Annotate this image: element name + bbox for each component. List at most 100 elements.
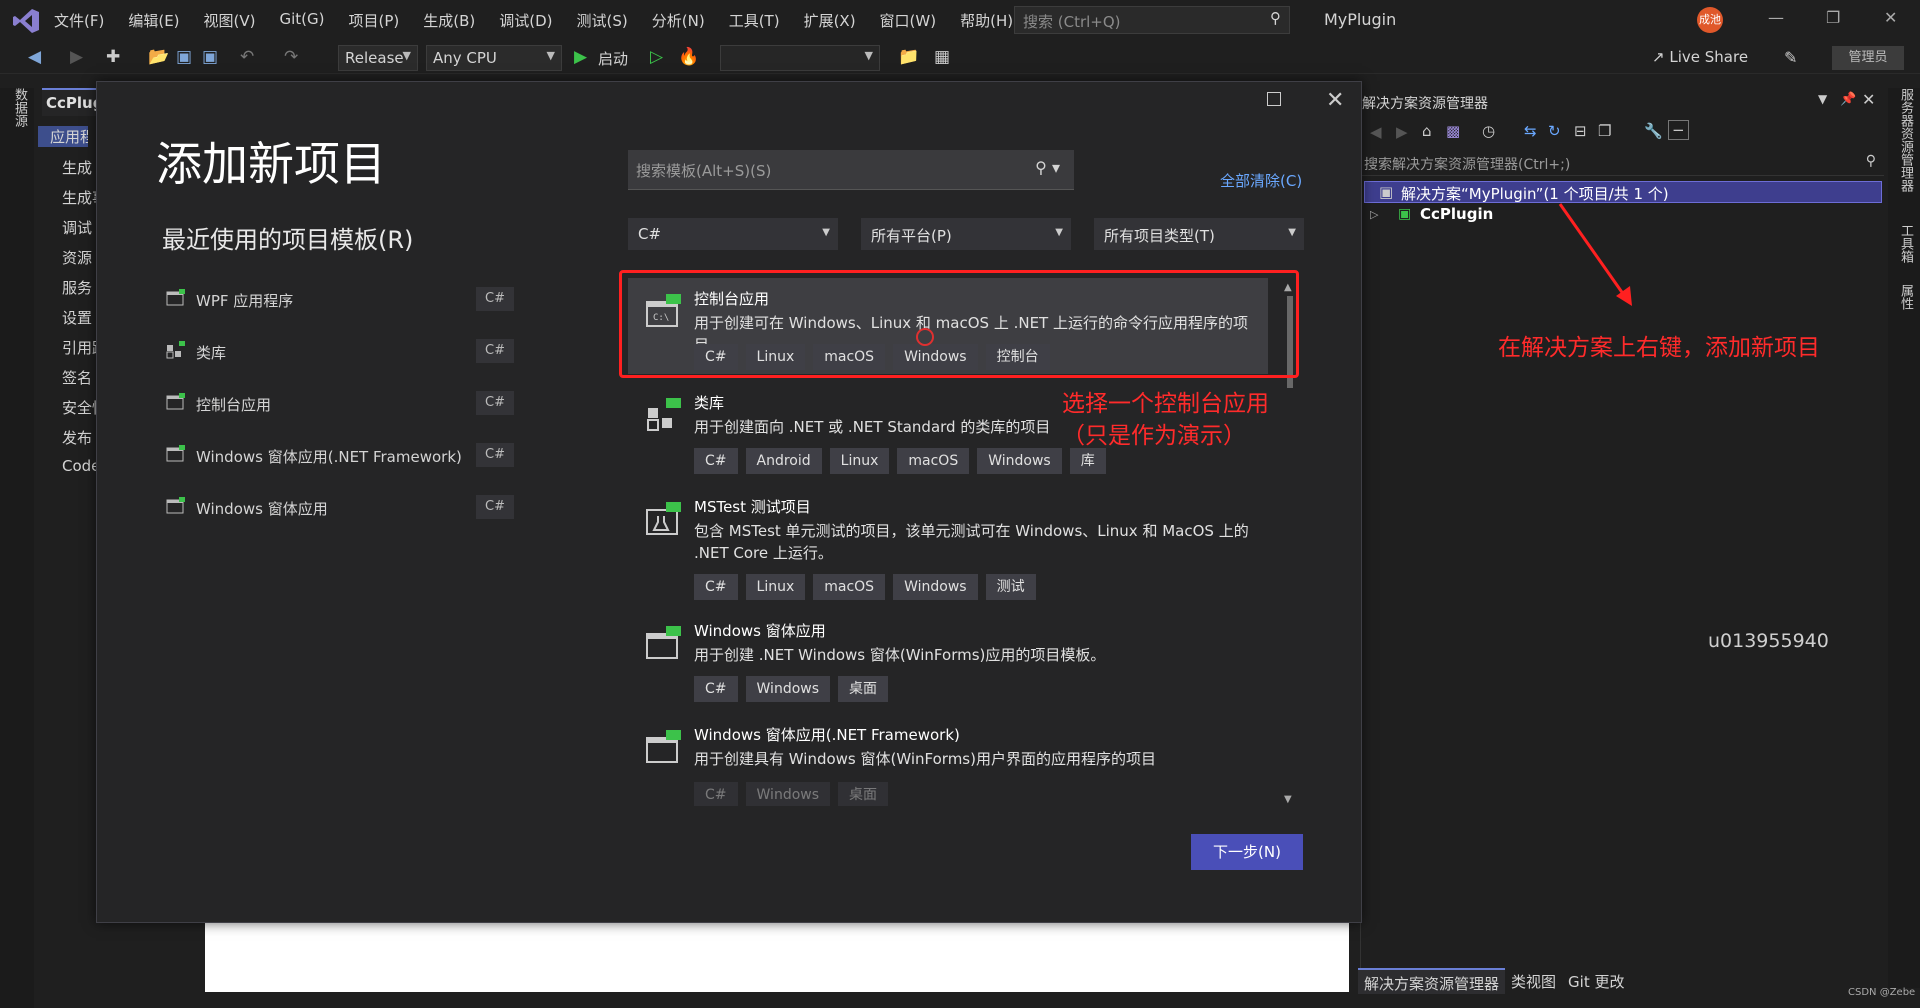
share-icon: ↗ — [1652, 48, 1665, 66]
menu-file[interactable]: 文件(F) — [42, 10, 116, 32]
tab-git-changes[interactable]: Git 更改 — [1562, 968, 1630, 994]
show-all-files-icon[interactable]: ❐ — [1598, 122, 1611, 140]
recent-template-item[interactable]: 类库 C# — [166, 339, 516, 365]
menu-project[interactable]: 项目(P) — [337, 10, 412, 32]
main-toolbar: ◀ ▶ ✚ 📂 ▣ ▣ ↶ ↷ Release ▼ Any CPU ▼ ▶ 启动… — [0, 42, 1920, 74]
undo-icon[interactable]: ↶ — [240, 47, 254, 67]
solution-explorer-toolbar: ◀ ▶ ⌂ ▩ ◷ ⇆ ↻ ⊟ ❐ 🔧 − — [1362, 120, 1884, 148]
back-icon[interactable]: ◀ — [1370, 123, 1382, 141]
properties-tab[interactable]: 属性 — [1896, 284, 1915, 310]
class-library-icon — [646, 398, 682, 434]
next-button[interactable]: 下一步(N) — [1191, 834, 1303, 870]
tag: Windows — [745, 676, 831, 702]
start-icon[interactable]: ▶ — [574, 47, 587, 67]
scroll-down-icon[interactable]: ▼ — [1284, 794, 1292, 805]
template-item-winforms[interactable]: Windows 窗体应用 用于创建 .NET Windows 窗体(WinFor… — [628, 610, 1268, 710]
forward-icon[interactable]: ▶ — [70, 47, 83, 67]
project-type-filter-dropdown[interactable]: 所有项目类型(T) ▼ — [1094, 218, 1304, 250]
project-node[interactable]: CcPlugin — [1420, 205, 1493, 223]
chevron-down-icon: ▼ — [1055, 227, 1063, 238]
tab-solution-explorer[interactable]: 解决方案资源管理器 — [1358, 968, 1506, 994]
menu-build[interactable]: 生成(B) — [411, 10, 487, 32]
recent-template-item[interactable]: 控制台应用 C# — [166, 391, 516, 417]
menu-extensions[interactable]: 扩展(X) — [792, 10, 868, 32]
chevron-down-icon[interactable]: ▼ — [1818, 92, 1827, 106]
close-dialog-icon[interactable]: ✕ — [1326, 88, 1344, 113]
configuration-value: Release — [345, 49, 404, 67]
hot-reload-icon[interactable]: 🔥 — [678, 47, 699, 67]
template-search-input[interactable]: 搜索模板(Alt+S)(S) ⚲ ▾ — [628, 150, 1074, 190]
clear-all-link[interactable]: 全部清除(C) — [1220, 170, 1302, 191]
tag: Linux — [829, 448, 890, 474]
preview-icon[interactable]: − — [1668, 120, 1689, 140]
open-folder-icon[interactable]: 📂 — [148, 47, 169, 67]
menu-git[interactable]: Git(G) — [268, 10, 337, 32]
project-tab[interactable]: CcPlugin — [42, 88, 100, 116]
properties-wrench-icon[interactable]: 🔧 — [1644, 122, 1663, 140]
menu-analyze[interactable]: 分析(N) — [640, 10, 717, 32]
user-avatar[interactable]: 成池 — [1697, 7, 1723, 33]
start-without-debug-icon[interactable]: ▷ — [650, 47, 663, 67]
menu-tools[interactable]: 工具(T) — [717, 10, 792, 32]
expand-arrow-icon[interactable]: ▷ — [1370, 208, 1378, 221]
recent-template-item[interactable]: Windows 窗体应用(.NET Framework) C# — [166, 443, 516, 469]
tag: C# — [694, 676, 738, 702]
tag: 桌面 — [838, 676, 889, 702]
test-flask-icon — [646, 502, 682, 538]
project-nav-item[interactable]: 应用程序 — [38, 126, 88, 147]
home-icon[interactable]: ⌂ — [1422, 122, 1432, 140]
sync-icon[interactable]: ⇆ — [1524, 122, 1537, 140]
solution-explorer-search[interactable]: 搜索解决方案资源管理器(Ctrl+;) ⚲ — [1362, 152, 1884, 176]
recent-template-item[interactable]: WPF 应用程序 C# — [166, 287, 516, 313]
feedback-icon[interactable]: ✎ — [1784, 48, 1797, 67]
close-panel-icon[interactable]: ✕ — [1862, 90, 1875, 109]
forward-icon[interactable]: ▶ — [1396, 123, 1408, 141]
tab-class-view[interactable]: 类视图 — [1505, 968, 1562, 994]
global-search-input[interactable]: 搜索 (Ctrl+Q) ⚲ — [1014, 6, 1290, 34]
back-icon[interactable]: ◀ — [28, 47, 41, 67]
recent-template-item[interactable]: Windows 窗体应用 C# — [166, 495, 516, 521]
folder-view-icon[interactable]: 📁 — [898, 47, 919, 67]
csharp-project-icon: ▣ — [1398, 206, 1412, 222]
save-icon[interactable]: ▣ — [176, 47, 192, 67]
minimize-icon[interactable]: — — [1768, 8, 1784, 27]
datasource-tab[interactable]: 数据源 — [10, 88, 29, 127]
start-button[interactable]: 启动 — [598, 48, 628, 69]
template-item-mstest[interactable]: MSTest 测试项目 包含 MSTest 单元测试的项目，该单元测试可在 Wi… — [628, 486, 1268, 606]
platform-filter-dropdown[interactable]: 所有平台(P) ▼ — [861, 218, 1071, 250]
live-share-button[interactable]: ↗ Live Share — [1652, 48, 1748, 66]
menu-window[interactable]: 窗口(W) — [868, 10, 949, 32]
menu-test[interactable]: 测试(S) — [565, 10, 640, 32]
search-icon: ⚲ — [1270, 9, 1281, 27]
new-project-icon[interactable]: ✚ — [106, 47, 120, 67]
close-window-icon[interactable]: ✕ — [1884, 8, 1897, 27]
annotation-line: （只是作为演示） — [1062, 423, 1246, 449]
template-item-winforms-framework[interactable]: Windows 窗体应用(.NET Framework) 用于创建具有 Wind… — [628, 714, 1268, 806]
language-badge: C# — [476, 443, 514, 467]
collapse-all-icon[interactable]: ⊟ — [1574, 122, 1587, 140]
menu-view[interactable]: 视图(V) — [192, 10, 268, 32]
platform-dropdown[interactable]: Any CPU ▼ — [426, 45, 562, 71]
save-all-icon[interactable]: ▣ — [202, 47, 218, 67]
switch-view-icon[interactable]: ▩ — [1446, 122, 1460, 140]
configuration-dropdown[interactable]: Release ▼ — [338, 45, 418, 71]
pending-changes-icon[interactable]: ◷ — [1482, 122, 1495, 140]
toolbox-tab[interactable]: 工具箱 — [1896, 224, 1915, 263]
language-filter-dropdown[interactable]: C# ▼ — [628, 218, 838, 250]
restore-icon[interactable]: ❐ — [1826, 8, 1840, 27]
wpf-app-icon — [166, 289, 186, 307]
refresh-icon[interactable]: ↻ — [1548, 122, 1561, 140]
debug-target-dropdown[interactable]: ▼ — [720, 45, 880, 71]
template-description: 用于创建 .NET Windows 窗体(WinForms)应用的项目模板。 — [694, 646, 1106, 664]
visual-studio-logo-icon[interactable] — [12, 8, 40, 34]
left-tool-strip: 数据源 — [0, 88, 34, 1008]
layout-icon[interactable]: ▦ — [934, 47, 950, 67]
server-explorer-tab[interactable]: 服务器资源管理器 — [1896, 88, 1915, 192]
menu-bar: 文件(F) 编辑(E) 视图(V) Git(G) 项目(P) 生成(B) 调试(… — [42, 10, 1025, 32]
menu-debug[interactable]: 调试(D) — [487, 10, 564, 32]
pin-icon[interactable]: 📌 — [1840, 92, 1856, 107]
template-name: Windows 窗体应用 — [694, 622, 826, 640]
redo-icon[interactable]: ↷ — [284, 47, 298, 67]
maximize-icon[interactable] — [1267, 92, 1281, 106]
menu-edit[interactable]: 编辑(E) — [116, 10, 191, 32]
